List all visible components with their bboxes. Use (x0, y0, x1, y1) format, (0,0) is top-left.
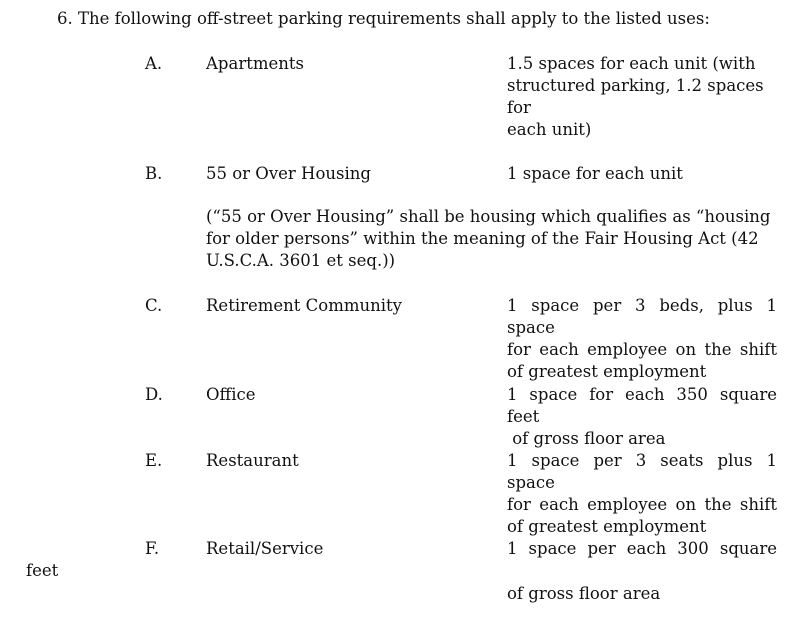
item-requirement-apartments: 1.5 spaces for each unit (with structure… (507, 53, 777, 141)
item-letter-c: C. (145, 296, 163, 315)
requirement-line: for each employee on the shift (507, 495, 777, 514)
note-line: for older persons” within the meaning of… (206, 229, 759, 248)
item-requirement-office: 1 space for each 350 square feet of gros… (507, 384, 777, 450)
requirement-line: 1 space per each 300 square (507, 539, 777, 558)
requirement-line: 1 space for each unit (507, 164, 683, 183)
item-requirement-55-or-over-housing: 1 space for each unit (507, 163, 777, 185)
section-heading: 6. The following off-street parking requ… (57, 9, 710, 28)
item-requirement-retail-service: 1 space per each 300 square (507, 538, 777, 560)
item-use-retirement-community: Retirement Community (206, 296, 402, 315)
requirement-line: of greatest employment (507, 517, 707, 536)
item-requirement-retirement-community: 1 space per 3 beds, plus 1 space for eac… (507, 295, 777, 383)
item-use-55-or-over-housing: 55 or Over Housing (206, 164, 371, 183)
requirement-line: for (507, 98, 531, 117)
requirement-line: structured parking, 1.2 spaces (507, 76, 764, 95)
note-line: (“55 or Over Housing” shall be housing w… (206, 207, 771, 226)
item-letter-e: E. (145, 451, 163, 470)
item-letter-f: F. (145, 539, 160, 558)
requirement-line: 1 space per 3 seats plus 1 space (507, 451, 777, 492)
item-letter-a: A. (145, 54, 163, 73)
note-line: U.S.C.A. 3601 et seq.)) (206, 251, 396, 270)
requirement-line: each unit) (507, 120, 592, 139)
item-letter-b: B. (145, 164, 163, 183)
requirement-line: 1 space per 3 beds, plus 1 space (507, 296, 777, 337)
item-use-restaurant: Restaurant (206, 451, 299, 470)
requirement-line: for each employee on the shift (507, 340, 777, 359)
requirement-line: of greatest employment (507, 362, 707, 381)
item-use-apartments: Apartments (206, 54, 304, 73)
item-note-55-or-over-housing: (“55 or Over Housing” shall be housing w… (206, 206, 777, 272)
requirement-line: of gross floor area (507, 429, 666, 448)
requirement-continued-retail-service: of gross floor area (507, 584, 661, 603)
item-use-retail-service: Retail/Service (206, 539, 324, 558)
stray-text-feet: feet (26, 561, 59, 580)
item-requirement-restaurant: 1 space per 3 seats plus 1 space for eac… (507, 450, 777, 538)
requirement-line: 1.5 spaces for each unit (with (507, 54, 756, 73)
item-use-office: Office (206, 385, 256, 404)
item-letter-d: D. (145, 385, 163, 404)
requirement-line: 1 space for each 350 square feet (507, 385, 777, 426)
